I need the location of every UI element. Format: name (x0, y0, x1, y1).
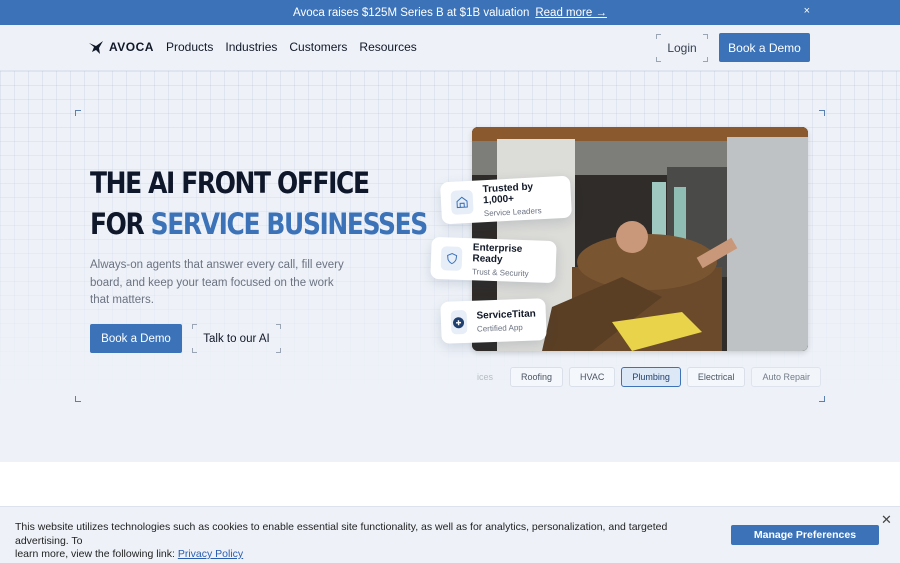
headline-line-2: FOR SERVICE BUSINESSES (90, 204, 429, 245)
cookie-text-line-2: learn more, view the following link: Pri… (15, 548, 715, 562)
cookie-message: This website utilizes technologies such … (15, 521, 715, 562)
headline-accent: SERVICE BUSINESSES (150, 207, 429, 241)
login-corner-tr (703, 34, 708, 39)
login-button[interactable]: Login (656, 34, 708, 62)
cookie-banner: This website utilizes technologies such … (0, 506, 900, 563)
nav-link-customers[interactable]: Customers (289, 40, 347, 54)
hero-frame-corner-br (819, 396, 825, 402)
nav-link-industries[interactable]: Industries (225, 40, 277, 54)
top-navigation: AVOCA Products Industries Customers Reso… (0, 25, 900, 71)
nav-link-resources[interactable]: Resources (359, 40, 416, 54)
subtitle-line: that matters. (90, 294, 154, 306)
headline-line-1: THE AI FRONT OFFICE (90, 166, 370, 200)
headline-prefix: FOR (90, 207, 151, 241)
industry-tab-plumbing[interactable]: Plumbing (621, 367, 681, 387)
shield-icon (440, 246, 463, 271)
hero-frame-corner-tl (75, 110, 81, 116)
next-section (0, 462, 900, 506)
manage-preferences-button[interactable]: Manage Preferences (731, 525, 879, 545)
badge-enterprise-title: Enterprise Ready (472, 242, 523, 266)
talk-corner-tl (192, 324, 197, 329)
badge-enterprise: Enterprise Ready Trust & Security (430, 236, 557, 284)
login-corner-bl (656, 57, 661, 62)
cookie-text-line-1: This website utilizes technologies such … (15, 521, 668, 547)
cookie-close-icon[interactable]: ✕ (881, 512, 892, 528)
announcement-bar: Avoca raises $125M Series B at $1B valua… (0, 0, 900, 25)
avoca-logo-icon (89, 40, 103, 54)
subtitle-line: Always-on agents that answer every call,… (90, 259, 344, 271)
building-icon (450, 189, 474, 215)
badge-servicetitan-title: ServiceTitan (476, 308, 536, 322)
hero-frame-corner-tr (819, 110, 825, 116)
badge-trusted-text: Trusted by 1,000+ Service Leaders (482, 180, 562, 219)
brand-logo[interactable]: AVOCA (89, 40, 154, 54)
industry-tabs: ices Roofing HVAC Plumbing Electrical Au… (466, 367, 821, 387)
nav-book-demo-button[interactable]: Book a Demo (719, 33, 810, 62)
talk-corner-bl (192, 348, 197, 353)
announcement-close-button[interactable]: × (804, 5, 810, 17)
badge-enterprise-text: Enterprise Ready Trust & Security (472, 242, 547, 279)
login-corner-tl (656, 34, 661, 39)
privacy-policy-link[interactable]: Privacy Policy (178, 548, 243, 560)
hero-frame-corner-bl (75, 396, 81, 402)
cookie-text-prefix: learn more, view the following link: (15, 548, 178, 560)
nav-links: Products Industries Customers Resources (166, 40, 417, 54)
industry-tab-hvac[interactable]: HVAC (569, 367, 616, 387)
badge-servicetitan: ServiceTitan Certified App (440, 298, 547, 344)
hero-subtitle: Always-on agents that answer every call,… (90, 257, 350, 310)
servicetitan-logo-icon (450, 309, 468, 335)
badge-servicetitan-subtitle: Certified App (476, 322, 523, 334)
login-label: Login (667, 41, 697, 55)
badge-trusted: Trusted by 1,000+ Service Leaders (439, 175, 573, 225)
hero-section: THE AI FRONT OFFICE FOR SERVICE BUSINESS… (0, 71, 900, 462)
talk-corner-br (276, 348, 281, 353)
badge-trusted-title: Trusted by 1,000+ (482, 181, 534, 207)
talk-corner-tr (276, 324, 281, 329)
badge-enterprise-subtitle: Trust & Security (471, 267, 529, 279)
hero-book-demo-button[interactable]: Book a Demo (90, 324, 182, 353)
industry-tab-roofing[interactable]: Roofing (510, 367, 564, 387)
industry-tab-electrical[interactable]: Electrical (686, 367, 746, 387)
brand-name: AVOCA (109, 40, 154, 54)
nav-link-products[interactable]: Products (166, 40, 213, 54)
industry-tab-partial[interactable]: ices (466, 367, 504, 387)
badge-trusted-subtitle: Service Leaders (483, 206, 542, 219)
talk-to-ai-button[interactable]: Talk to our AI (192, 324, 281, 353)
announcement-read-more-link[interactable]: Read more → (535, 7, 607, 19)
announcement-text: Avoca raises $125M Series B at $1B valua… (293, 6, 530, 19)
login-corner-br (703, 57, 708, 62)
badge-servicetitan-text: ServiceTitan Certified App (476, 308, 536, 333)
industry-tab-auto-repair[interactable]: Auto Repair (751, 367, 821, 387)
subtitle-line: board, and keep your team focused on the… (90, 276, 334, 289)
hero-headline: THE AI FRONT OFFICE FOR SERVICE BUSINESS… (90, 163, 429, 245)
talk-to-ai-label: Talk to our AI (203, 332, 270, 345)
